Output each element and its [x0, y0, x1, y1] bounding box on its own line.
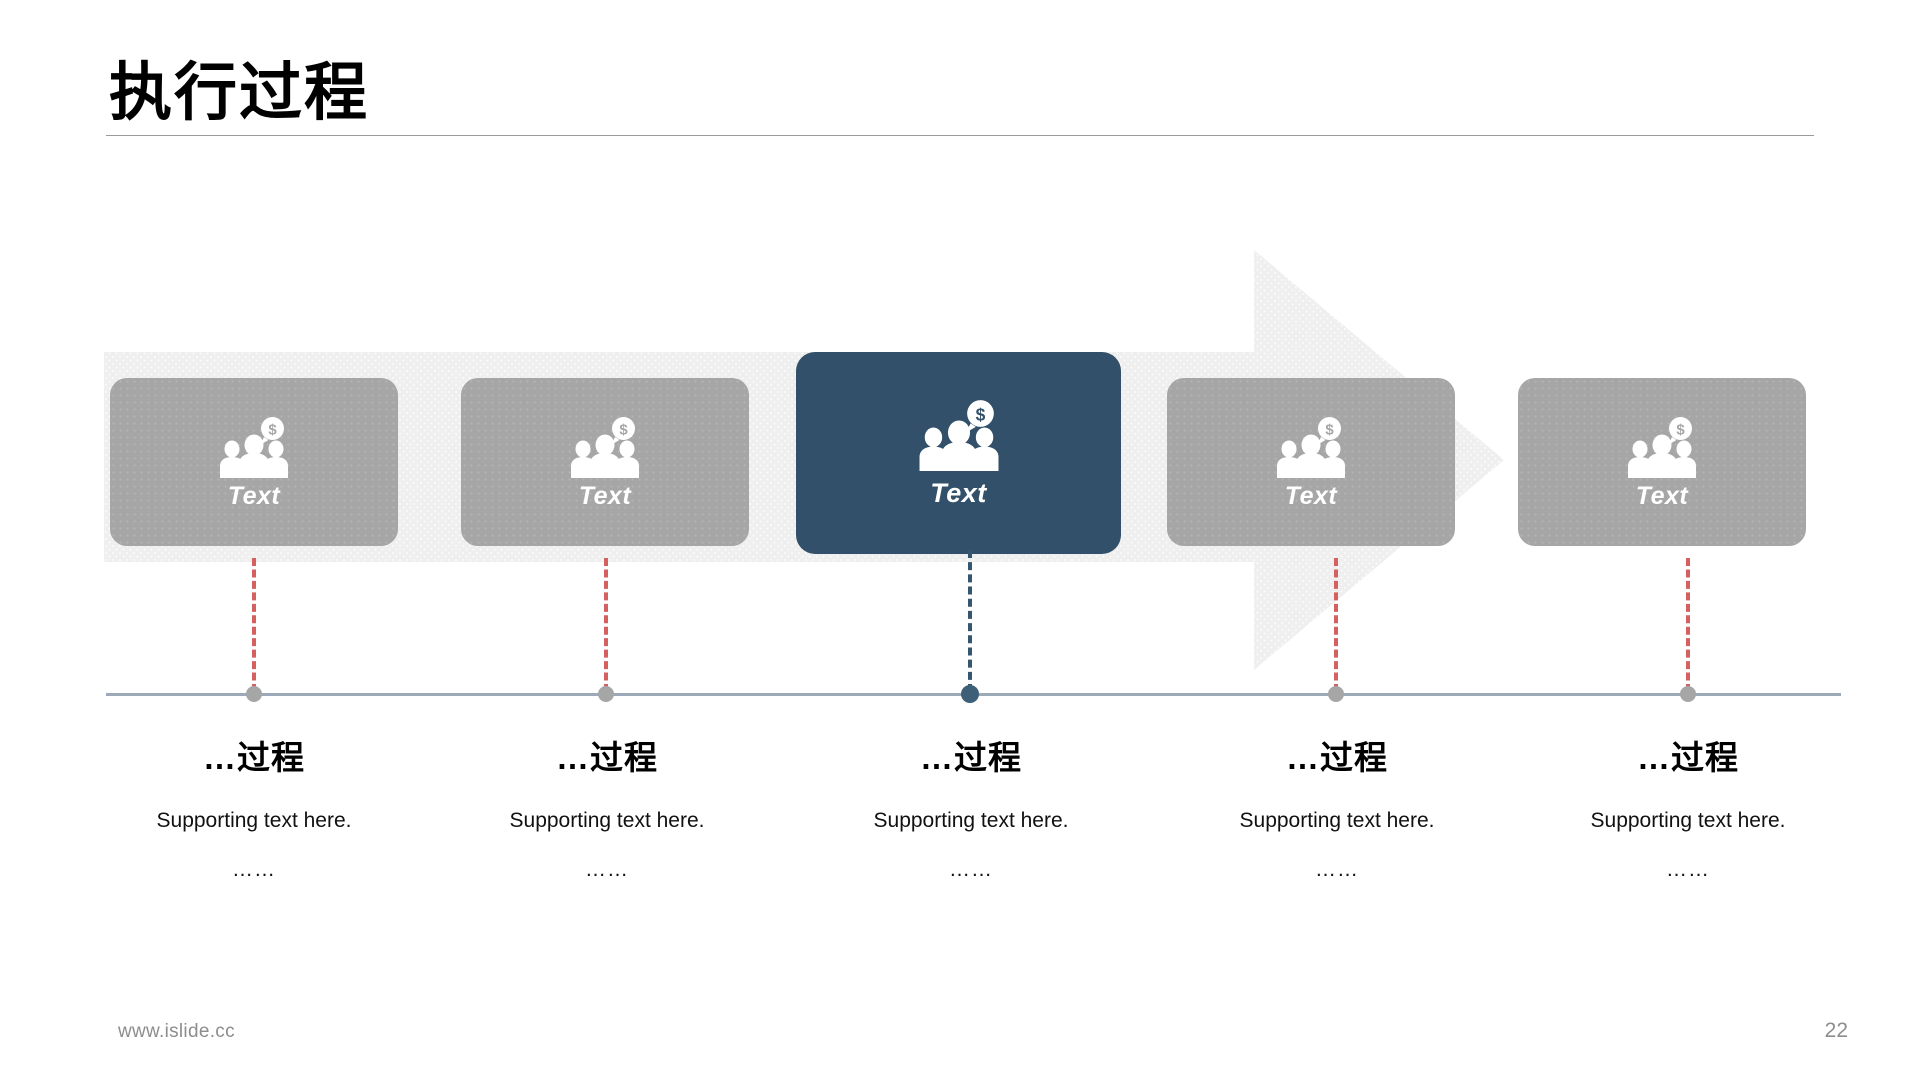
connector-dash-3-active [968, 550, 972, 692]
people-money-icon: $ [215, 416, 293, 478]
timeline-dot-5[interactable] [1680, 686, 1696, 702]
description-column-5: …过程 Supporting text here. …… [1508, 739, 1868, 882]
footer-url[interactable]: www.islide.cc [118, 1021, 235, 1043]
svg-text:$: $ [1676, 421, 1685, 438]
process-card-1[interactable]: $ Text [110, 378, 398, 546]
svg-text:$: $ [619, 421, 628, 438]
timeline-axis [106, 693, 1841, 696]
title-block: 执行过程 [106, 62, 1814, 136]
process-card-label: Text [227, 481, 281, 510]
process-card-5[interactable]: $ Text [1518, 378, 1806, 546]
description-column-3: …过程 Supporting text here. …… [791, 739, 1151, 882]
description-column-2: …过程 Supporting text here. …… [427, 739, 787, 882]
timeline-dot-4[interactable] [1328, 686, 1344, 702]
process-cards: $ Text $ Text $ Text $ Text $ Text [104, 352, 1816, 567]
timeline-dot-1[interactable] [246, 686, 262, 702]
people-money-icon: $ [913, 399, 1005, 471]
description-support-text: Supporting text here. [1239, 809, 1435, 833]
description-heading: …过程 [1637, 739, 1739, 776]
description-heading: …过程 [920, 739, 1022, 776]
connector-dash-4 [1334, 558, 1338, 692]
description-ellipsis: …… [1315, 858, 1359, 882]
page-number: 22 [1824, 1019, 1848, 1042]
description-heading: …过程 [203, 739, 305, 776]
process-card-3-active[interactable]: $ Text [796, 352, 1121, 554]
svg-text:$: $ [268, 421, 277, 438]
description-heading: …过程 [1286, 739, 1388, 776]
description-column-4: …过程 Supporting text here. …… [1157, 739, 1517, 882]
connector-dash-2 [604, 558, 608, 692]
page-title: 执行过程 [109, 58, 369, 128]
description-ellipsis: …… [949, 858, 993, 882]
description-support-text: Supporting text here. [1590, 809, 1786, 833]
process-card-4[interactable]: $ Text [1167, 378, 1455, 546]
connector-dash-1 [252, 558, 256, 692]
timeline-dot-2[interactable] [598, 686, 614, 702]
svg-text:$: $ [975, 404, 985, 424]
title-divider [106, 135, 1814, 136]
description-column-1: …过程 Supporting text here. …… [74, 739, 434, 882]
process-card-label: Text [1635, 481, 1689, 510]
description-support-text: Supporting text here. [509, 809, 705, 833]
people-money-icon: $ [566, 416, 644, 478]
people-money-icon: $ [1623, 416, 1701, 478]
process-card-2[interactable]: $ Text [461, 378, 749, 546]
connector-dash-5 [1686, 558, 1690, 692]
process-card-label: Text [578, 481, 632, 510]
description-ellipsis: …… [232, 858, 276, 882]
people-money-icon: $ [1272, 416, 1350, 478]
description-heading: …过程 [556, 739, 658, 776]
description-support-text: Supporting text here. [873, 809, 1069, 833]
timeline-dot-3-active[interactable] [961, 685, 979, 703]
description-ellipsis: …… [585, 858, 629, 882]
process-card-label: Text [1284, 481, 1338, 510]
description-support-text: Supporting text here. [156, 809, 352, 833]
description-ellipsis: …… [1666, 858, 1710, 882]
svg-text:$: $ [1325, 421, 1334, 438]
process-card-label: Text [930, 478, 987, 508]
slide-canvas: 执行过程 $ Text $ Text $ Text $ Text $ Text … [0, 0, 1920, 1080]
